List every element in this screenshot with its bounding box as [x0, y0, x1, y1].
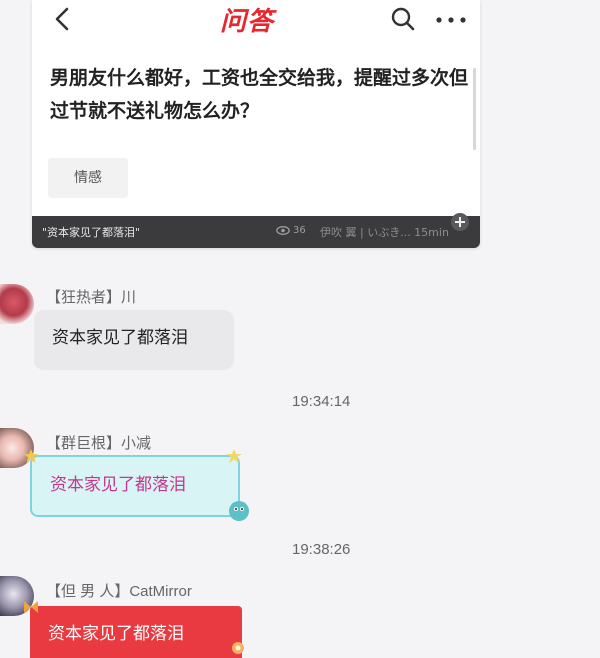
post-footer: "资本家见了都落泪" 36 伊吹 翼 | いぶき... 15min: [32, 213, 480, 248]
sender-name[interactable]: 【群巨根】小减: [46, 432, 151, 453]
post-header: 问答: [32, 0, 480, 40]
view-count: 36: [276, 225, 306, 236]
mascot-decoration-icon: [229, 501, 249, 521]
message-bubble[interactable]: 资本家见了都落泪: [30, 606, 242, 658]
plus-icon[interactable]: [450, 212, 470, 232]
shared-post-card[interactable]: 问答 男朋友什么都好，工资也全交给我，提醒过多次但过节就不送礼物怎么办？ 情感 …: [32, 0, 480, 248]
view-count-value: 36: [293, 225, 306, 236]
timestamp: 19:38:26: [292, 541, 351, 558]
message-bubble[interactable]: 资本家见了都落泪: [30, 455, 240, 517]
eye-icon: [276, 225, 290, 235]
more-dots-icon[interactable]: [436, 17, 466, 23]
sender-name[interactable]: 【但 男 人】CatMirror: [46, 580, 192, 601]
bow-decoration-icon: [24, 601, 38, 613]
flower-decoration-icon: [232, 642, 244, 654]
sender-nick: 川: [121, 289, 137, 306]
category-tag[interactable]: 情感: [48, 158, 128, 198]
scrollbar[interactable]: [473, 68, 476, 150]
timestamp: 19:34:14: [292, 393, 351, 410]
app-logo: 问答: [220, 7, 275, 37]
sender-title: 【狂热者】: [46, 289, 122, 306]
sender-nick: 小减: [121, 435, 152, 452]
post-author: 伊吹 翼 | いぶき... 15min: [320, 226, 449, 239]
star-decoration-icon: [24, 449, 38, 463]
sender-title: 【群巨根】: [46, 435, 122, 452]
quote-caption: "资本家见了都落泪": [42, 226, 141, 239]
back-arrow-icon[interactable]: [50, 6, 76, 32]
search-icon[interactable]: [390, 6, 416, 32]
star-decoration-icon: [226, 449, 242, 463]
avatar[interactable]: [0, 284, 34, 324]
sender-nick: CatMirror: [129, 583, 192, 600]
sender-name[interactable]: 【狂热者】川: [46, 286, 136, 307]
message-bubble[interactable]: 资本家见了都落泪: [34, 310, 234, 370]
sender-title: 【但 男 人】: [46, 583, 130, 600]
question-title: 男朋友什么都好，工资也全交给我，提醒过多次但过节就不送礼物怎么办？: [50, 68, 469, 122]
